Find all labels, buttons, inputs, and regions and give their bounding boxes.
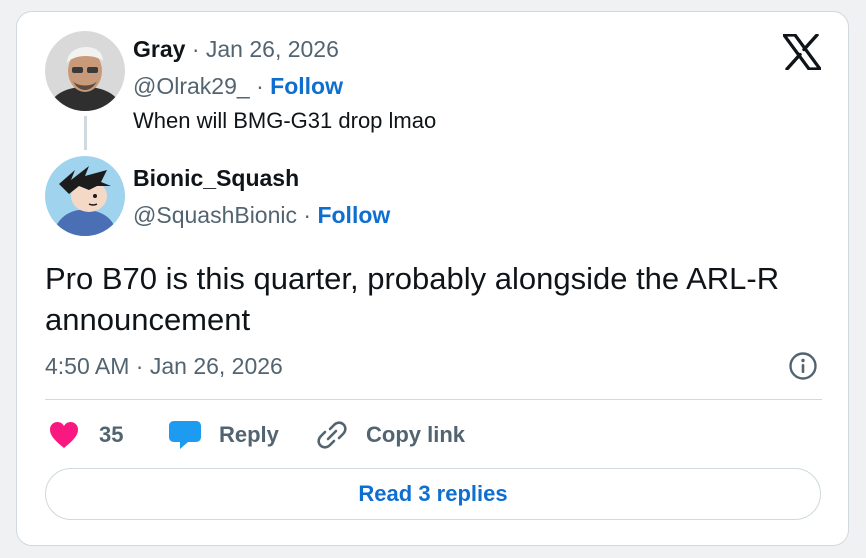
reply-button[interactable]: Reply [168, 419, 279, 451]
separator-dot: · [303, 202, 312, 228]
separator-dot: · [135, 353, 144, 379]
thread-connector-line [84, 116, 87, 150]
parent-tweet-text: When will BMG-G31 drop lmao [133, 108, 437, 133]
tweet-body-text: Pro B70 is this quarter, probably alongs… [45, 261, 780, 337]
follow-button-bionic-squash[interactable]: Follow [317, 202, 390, 228]
reply-label: Reply [219, 422, 279, 447]
copy-link-button[interactable]: Copy link [316, 419, 465, 451]
author-name-gray[interactable]: Gray [133, 36, 185, 62]
read-replies-label: Read 3 replies [358, 481, 508, 506]
x-logo-icon[interactable] [782, 33, 822, 71]
speech-bubble-icon [168, 420, 202, 450]
tweet-date[interactable]: Jan 26, 2026 [150, 353, 283, 379]
author-handle-gray[interactable]: @Olrak29_ [133, 73, 250, 99]
actions-divider [45, 399, 822, 400]
like-count: 35 [99, 422, 124, 447]
read-replies-button[interactable]: Read 3 replies [45, 468, 821, 520]
separator-dot: · [256, 73, 264, 99]
tweet-time[interactable]: 4:50 AM [45, 353, 129, 379]
follow-button-gray[interactable]: Follow [270, 73, 343, 99]
avatar-gray[interactable] [45, 31, 125, 111]
link-icon [316, 420, 348, 450]
info-icon[interactable] [788, 351, 818, 381]
author-name-bionic-squash[interactable]: Bionic_Squash [133, 165, 299, 192]
parent-date[interactable]: Jan 26, 2026 [206, 36, 339, 62]
like-button[interactable]: 35 [49, 420, 123, 450]
heart-icon [49, 421, 79, 449]
copy-link-label: Copy link [366, 422, 466, 447]
separator-dot: · [191, 36, 200, 62]
avatar-bionic-squash[interactable] [45, 156, 125, 236]
author-handle-bionic-squash[interactable]: @SquashBionic [133, 202, 297, 228]
